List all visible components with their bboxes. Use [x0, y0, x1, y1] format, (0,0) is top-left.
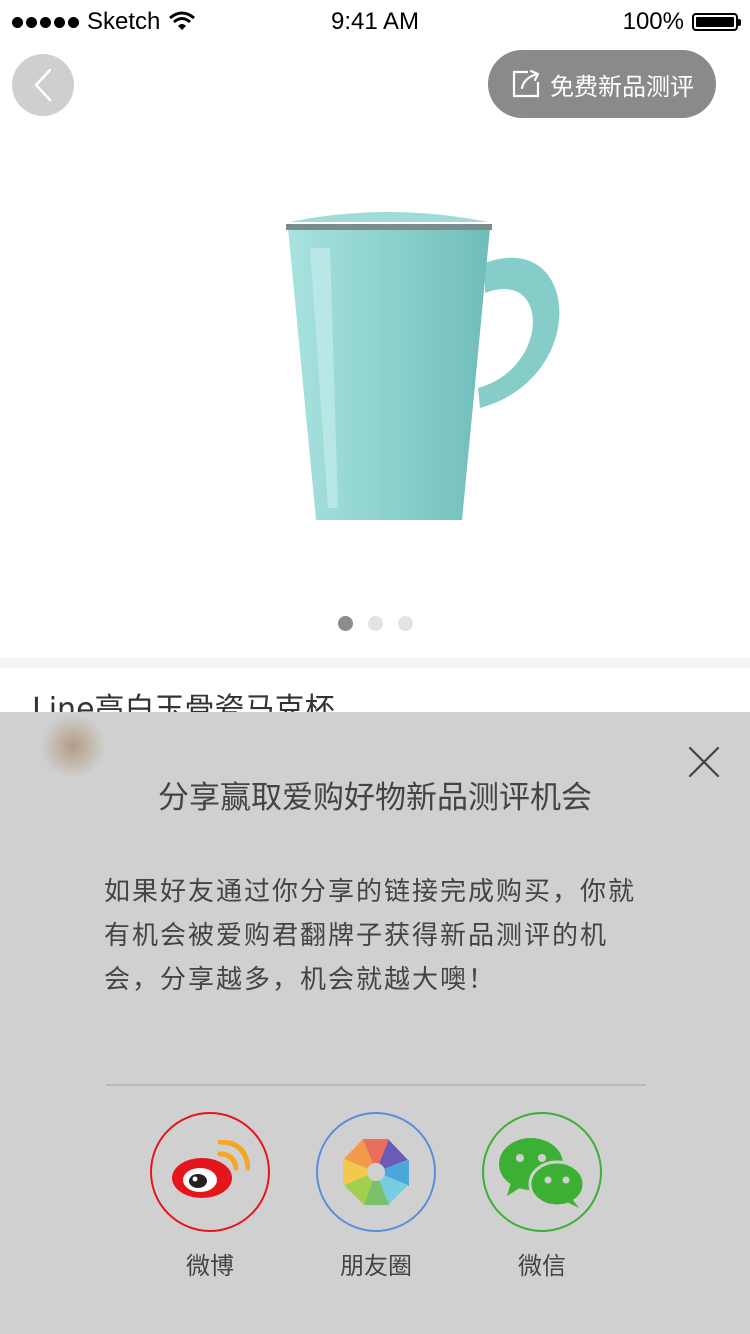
share-divider — [106, 1084, 646, 1086]
wechat-circle[interactable] — [482, 1112, 602, 1232]
share-option-label: 微博 — [186, 1252, 234, 1280]
share-moments-button[interactable]: 朋友圈 — [316, 1112, 436, 1281]
share-edit-icon — [512, 69, 540, 98]
wechat-icon — [499, 1138, 586, 1208]
chevron-left-icon — [34, 68, 52, 102]
share-title: 分享赢取爱购好物新品测评机会 — [158, 780, 592, 816]
status-bar: Sketch 9:41 AM 100% — [0, 0, 750, 40]
moments-circle[interactable] — [316, 1112, 436, 1232]
share-wechat-button[interactable]: 微信 — [482, 1112, 602, 1281]
product-gallery[interactable] — [0, 130, 750, 660]
pager-dot[interactable] — [367, 616, 383, 631]
pager-dot[interactable] — [337, 616, 353, 631]
status-right: 100% — [622, 8, 741, 36]
share-weibo-button[interactable]: 微博 — [150, 1112, 270, 1281]
share-option-label: 微信 — [518, 1252, 566, 1280]
product-image — [286, 212, 560, 520]
back-button[interactable] — [12, 54, 74, 116]
free-review-label: 免费新品测评 — [550, 72, 694, 101]
moments-icon — [343, 1139, 409, 1205]
section-divider — [0, 658, 750, 668]
pager-dot[interactable] — [397, 616, 413, 631]
weibo-circle[interactable] — [150, 1112, 270, 1232]
blurred-background — [38, 716, 108, 776]
weibo-icon — [172, 1140, 250, 1198]
battery-icon — [692, 13, 741, 31]
gallery-pager — [0, 616, 750, 631]
share-option-label: 朋友圈 — [340, 1252, 412, 1280]
share-description: 如果好友通过你分享的链接完成购买，你就有机会被爱购君翻牌子获得新品测评的机会，分… — [104, 877, 637, 995]
free-review-button[interactable]: 免费新品测评 — [488, 50, 716, 118]
battery-percent: 100% — [622, 8, 684, 35]
